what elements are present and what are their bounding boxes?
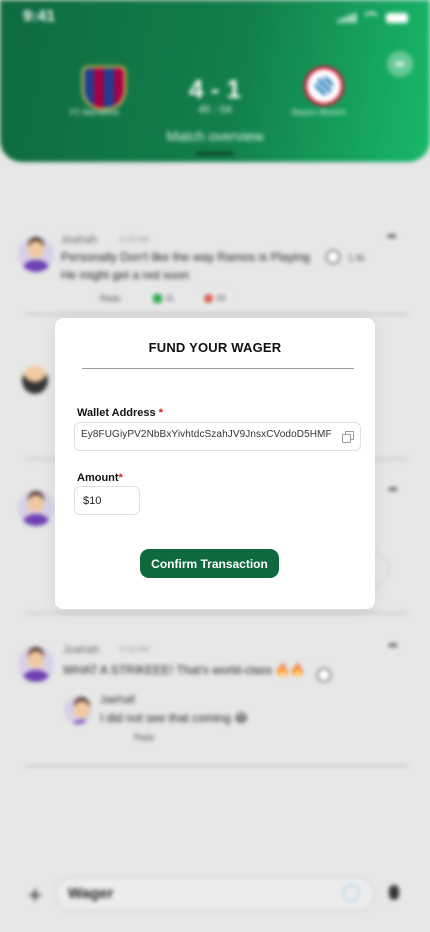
reaction-count: 20 [216, 293, 227, 303]
signal-icon [338, 13, 356, 23]
wallet-label: Wallet Address * [77, 407, 163, 419]
share-icon[interactable]: ➦ [383, 229, 401, 247]
comment-time: 9:16 AM [120, 645, 150, 654]
reaction-chip[interactable]: 11 [149, 291, 179, 305]
modal-title: FUND YOUR WAGER [148, 340, 282, 355]
avatar [18, 490, 54, 526]
comment-author: Joahah [61, 234, 98, 246]
fund-wager-modal: FUND YOUR WAGER Wallet Address * Ey8FUGi… [55, 318, 375, 609]
match-header: 9:41 ➦ FC Barcelona 4 - 1 45 : 04 Bayern… [0, 0, 430, 162]
message-input-text: Wager [68, 885, 114, 902]
required-mark: * [158, 407, 163, 419]
copy-icon[interactable] [342, 431, 354, 443]
share-icon[interactable]: ➦ [384, 638, 402, 656]
share-icon[interactable]: ➦ [384, 482, 402, 500]
amount-value: $10 [83, 495, 102, 507]
confirm-transaction-button[interactable]: Confirm Transaction [140, 549, 279, 578]
modal-divider [82, 368, 354, 369]
tab-indicator [196, 152, 234, 155]
reply-text: I did not see that coming 😂 [100, 711, 249, 725]
referee-avatar [22, 366, 48, 394]
avatar [18, 236, 54, 272]
reply-link[interactable]: Reply [100, 294, 120, 303]
check-icon [153, 293, 162, 303]
battery-icon [386, 13, 408, 23]
match-clock: 45 : 04 [198, 104, 232, 116]
status-icons [338, 12, 408, 24]
avatar [18, 646, 54, 682]
divider [26, 313, 408, 315]
reply-author: Jaehall [100, 694, 135, 706]
required-mark: * [118, 472, 123, 484]
plus-icon[interactable]: + [28, 882, 42, 910]
away-team-crest [304, 66, 344, 106]
comment-author: Joahah [63, 644, 100, 656]
comment-time: 9:16 AM [120, 235, 150, 244]
soccer-ball-icon [317, 668, 331, 682]
amount-label: Amount* [77, 472, 123, 484]
divider [26, 612, 408, 614]
divider [26, 765, 408, 767]
tab-match-overview[interactable]: Match overview [0, 128, 430, 144]
wifi-icon [362, 12, 380, 24]
reaction-chip[interactable]: 20 [200, 291, 231, 305]
comment-text: WHAT A STRIKEEE! That's world-class 🔥🔥 [63, 663, 306, 677]
avatar [64, 696, 92, 724]
reaction-count: 11 [165, 293, 175, 303]
status-time: 9:41 [23, 8, 56, 25]
soccer-ball-icon [326, 250, 340, 264]
comment-text: He might get a red soon [61, 268, 190, 282]
match-score: 4 - 1 [188, 74, 242, 104]
loading-icon [342, 884, 360, 902]
reaction-stat: 1.9k [348, 253, 366, 263]
wallet-address-value: Ey8FUGiyPV2NbBxYivhtdcSzahJV9JnsxCVodoD5… [81, 429, 332, 440]
comment-text: Personally Don't like the way Ramos is P… [61, 250, 311, 264]
away-team-name: Bayern Munich [292, 108, 346, 117]
rocket-icon [204, 293, 213, 303]
reply-link[interactable]: Reply [134, 733, 154, 742]
microphone-icon[interactable] [389, 885, 399, 900]
